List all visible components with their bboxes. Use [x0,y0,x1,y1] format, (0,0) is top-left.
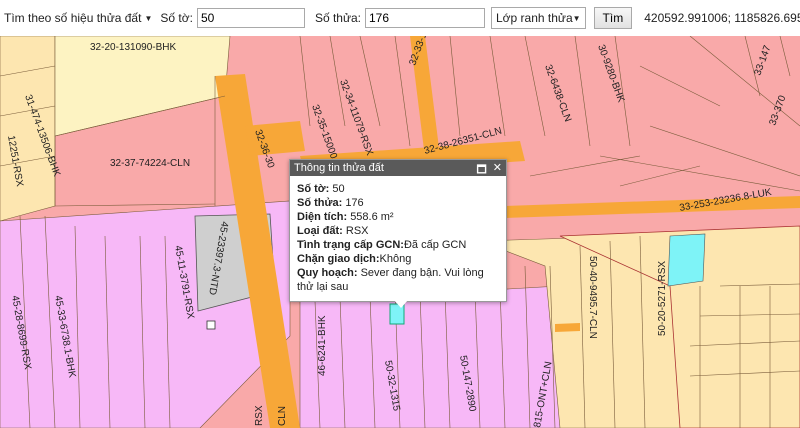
so-thua-input[interactable] [365,8,485,28]
popup-body: Số tờ: 50 Số thửa: 176 Diện tích: 558.6 … [290,176,506,300]
popup-title: Thông tin thửa đất [294,162,384,174]
road-horizontal-left [245,121,305,156]
loai-dat-field-value: RSX [345,225,369,237]
dien-tich-field-value: 558.6 m² [350,211,394,223]
loai-dat-field-label: Loại đất: [297,225,343,237]
so-thua-field-label: Số thửa: [297,197,343,209]
cadastral-map[interactable]: 32-20-131090-BHK 31-474-13506-BHK 32-37-… [0,36,800,428]
map-label-2: 32-37-74224-CLN [110,158,190,169]
so-thua-field-value: 176 [345,197,364,209]
search-button[interactable]: Tìm [593,7,633,29]
so-thua-label: Số thửa: [314,11,361,25]
map-label-22: 50-20-5271-RSX [657,261,668,336]
chan-gd-field-label: Chặn giao dịch: [297,253,380,265]
layer-select-value: Lớp ranh thửa [496,11,573,25]
search-mode-select[interactable]: Tìm theo số hiệu thửa đất [4,11,141,25]
tinh-trang-field-label: Tình trạng cấp GCN: [297,239,404,251]
so-to-field-label: Số tờ: [297,183,330,195]
parcel-beige-left [0,36,56,222]
close-icon[interactable]: ✕ [493,161,502,180]
road-stub [555,323,580,332]
so-to-input[interactable] [196,8,305,28]
dien-tich-field-label: Diện tích: [297,211,348,223]
layer-select-caret-icon: ▼ [572,13,581,23]
map-label-17: 46-6241-BHK [317,315,328,376]
search-toolbar: Tìm theo số hiệu thửa đất ▼ Số tờ: Số th… [0,0,800,36]
chan-gd-field-value: Không [379,253,412,265]
maximize-icon[interactable]: 🗖 [476,161,486,180]
map-label-23: RSX [254,405,265,426]
map-label-24: CLN [277,406,288,426]
layer-select[interactable]: Lớp ranh thửa ▼ [491,7,586,29]
tinh-trang-field-value: Đã cấp GCN [403,239,467,251]
map-label-21: 50-40-9495.7-CLN [587,256,598,339]
coordinates-readout: 420592.991006; 1185826.695308 [644,11,800,25]
so-to-field-value: 50 [332,183,345,195]
search-mode-caret-icon[interactable]: ▼ [144,14,152,23]
popup-header: Thông tin thửa đất 🗖 ✕ [290,160,506,176]
parcel-info-popup: Thông tin thửa đất 🗖 ✕ Số tờ: 50 Số thửa… [289,159,507,308]
parcel-water [667,233,706,287]
popup-pointer [394,300,408,308]
map-label-0: 32-20-131090-BHK [90,42,176,53]
so-to-label: Số tờ: [160,11,193,25]
quy-hoach-field-label: Quy hoạch: [297,267,358,279]
map-marker-square [206,320,216,330]
